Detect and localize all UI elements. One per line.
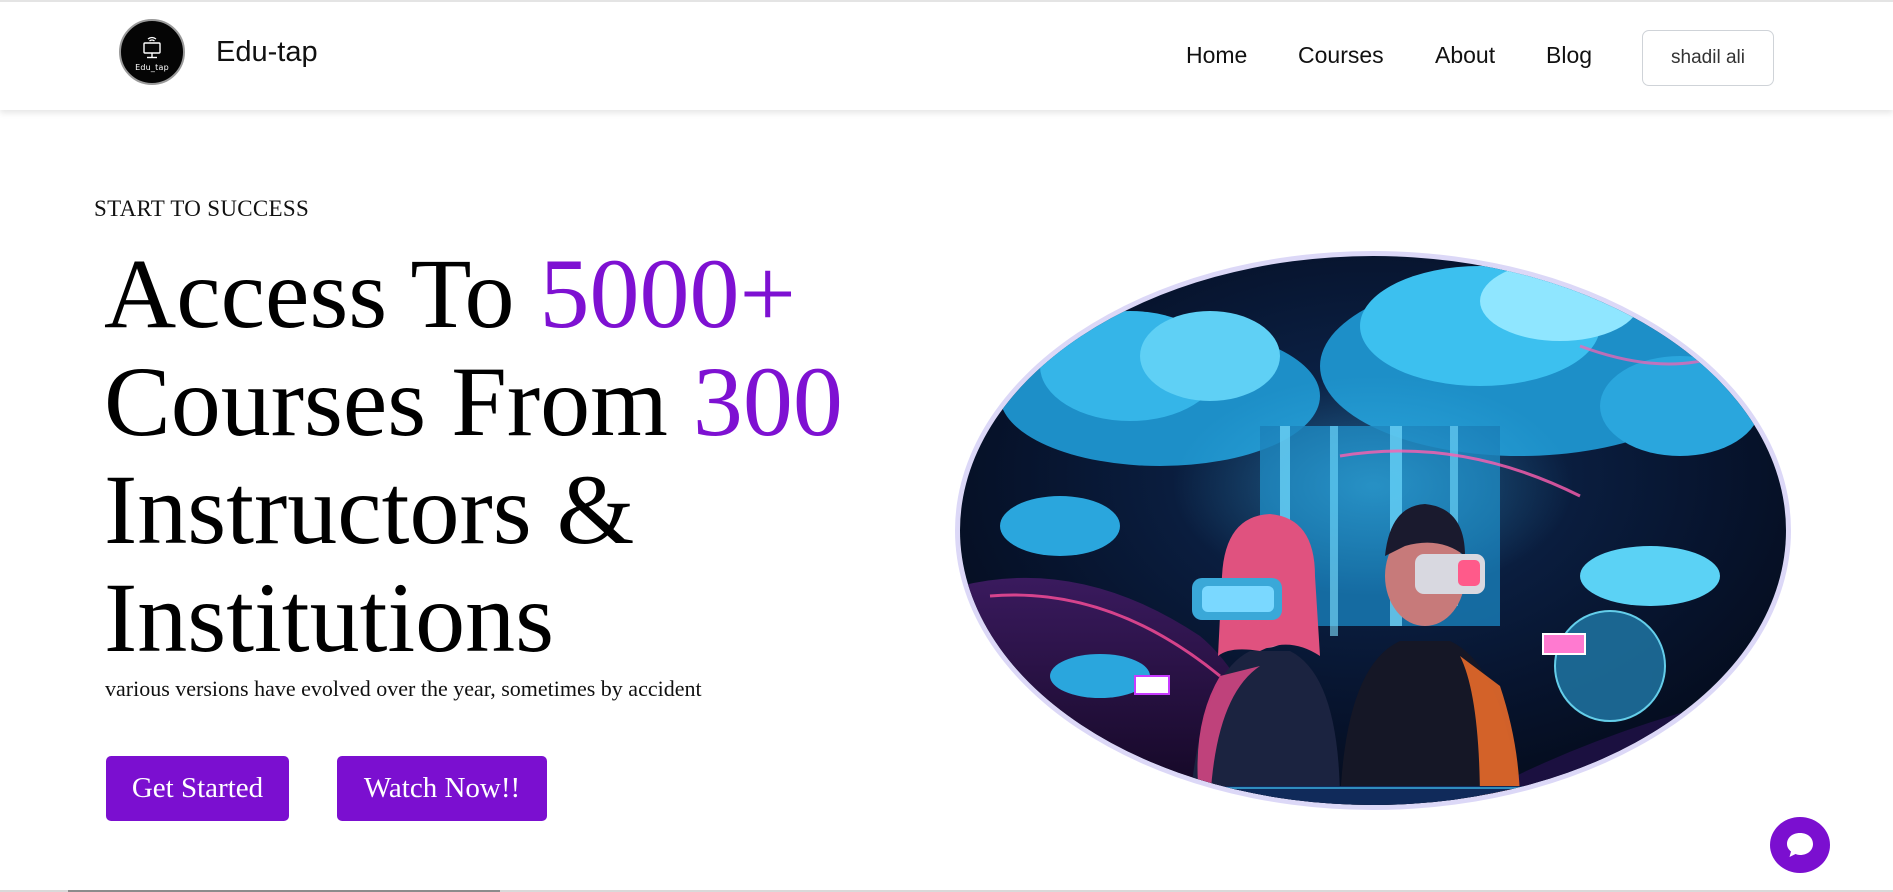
get-started-button[interactable]: Get Started — [106, 756, 289, 821]
nav-about[interactable]: About — [1435, 42, 1495, 69]
nav-blog[interactable]: Blog — [1546, 42, 1592, 69]
nav-home[interactable]: Home — [1186, 42, 1247, 69]
headline-text: Access To — [104, 238, 540, 349]
hero-eyebrow: START TO SUCCESS — [94, 196, 310, 221]
chat-button[interactable] — [1770, 817, 1830, 873]
hero-subtext: various versions have evolved over the y… — [105, 676, 702, 701]
nav-links: Home Courses About Blog — [0, 42, 1893, 76]
vr-couple-illustration — [960, 256, 1786, 805]
headline-highlight: 5000+ — [539, 238, 796, 349]
chat-bubble-icon — [1787, 833, 1813, 857]
hero-headline: Access To 5000+ Courses From 300 Instruc… — [104, 240, 984, 672]
headline-highlight: 300 — [692, 346, 843, 457]
headline-line-1: Access To 5000+ — [104, 240, 984, 348]
hero-image-frame — [955, 251, 1791, 810]
user-account-button[interactable]: shadil ali — [1642, 30, 1774, 86]
headline-text: Courses From — [104, 346, 693, 457]
headline-line-4: Institutions — [104, 562, 555, 673]
hero-image — [960, 256, 1786, 805]
watch-now-button[interactable]: Watch Now!! — [337, 756, 547, 821]
top-navbar: Edu_tap Edu-tap Home Courses About Blog … — [0, 0, 1893, 110]
headline-line-3: Instructors & — [104, 454, 635, 565]
headline-line-2: Courses From 300 — [104, 348, 984, 456]
nav-courses[interactable]: Courses — [1298, 42, 1384, 69]
